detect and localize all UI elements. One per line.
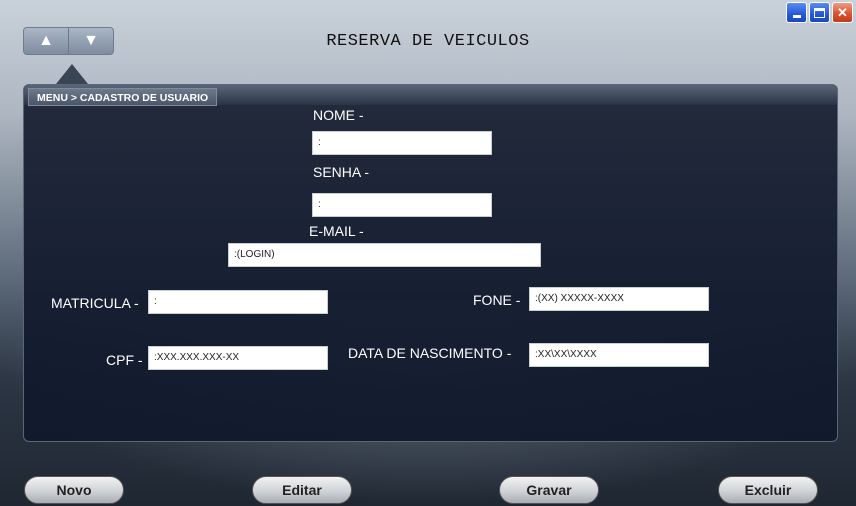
fone-field[interactable]: :(XX) XXXXX-XXXX [529, 287, 709, 311]
maximize-icon [814, 7, 825, 18]
cpf-field[interactable]: :XXX.XXX.XXX-XX [148, 346, 328, 370]
matricula-label: MATRICULA - [51, 295, 139, 311]
page-title: RESERVA DE VEICULOS [326, 32, 530, 51]
nascimento-label: DATA DE NASCIMENTO - [348, 345, 512, 361]
pointer-triangle-icon [56, 64, 88, 84]
email-field[interactable]: :(LOGIN) [228, 243, 541, 267]
maximize-button[interactable] [809, 2, 830, 23]
nome-field[interactable]: : [312, 131, 492, 155]
breadcrumb: MENU > CADASTRO DE USUARIO [28, 88, 218, 106]
close-icon: ✕ [837, 4, 848, 20]
gravar-button[interactable]: Gravar [499, 476, 599, 504]
matricula-field[interactable]: : [148, 290, 328, 314]
fone-label: FONE - [473, 292, 521, 308]
senha-label: SENHA - [313, 164, 370, 180]
editar-button[interactable]: Editar [252, 476, 352, 504]
nome-label: NOME - [313, 107, 364, 123]
nascimento-field[interactable]: :XX\XX\XXXX [529, 343, 709, 367]
minimize-icon [792, 15, 801, 18]
minimize-button[interactable] [786, 2, 807, 23]
excluir-button[interactable]: Excluir [718, 476, 818, 504]
senha-field[interactable]: : [312, 193, 492, 217]
email-label: E-MAIL - [309, 223, 364, 239]
novo-button[interactable]: Novo [24, 476, 124, 504]
close-button[interactable]: ✕ [832, 2, 853, 23]
window-controls: ✕ [786, 2, 853, 23]
cpf-label: CPF - [106, 352, 143, 368]
